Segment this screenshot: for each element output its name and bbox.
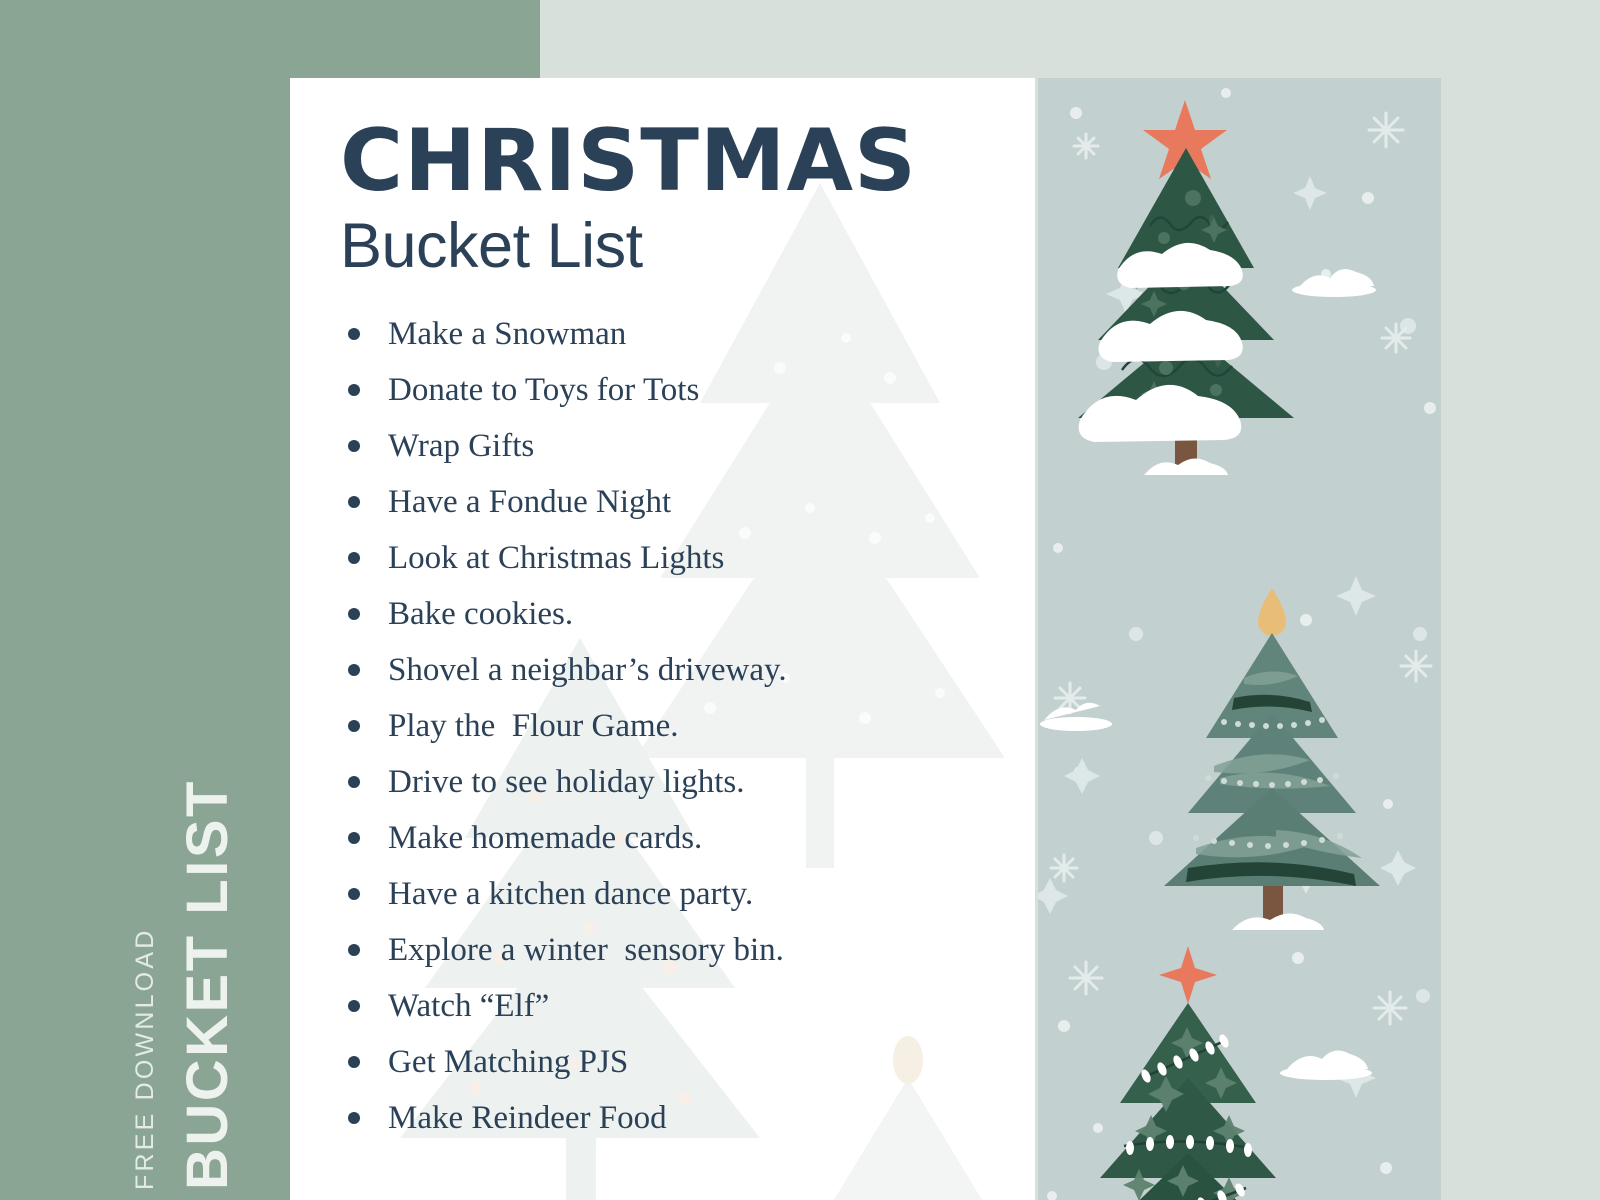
bucket-list-item: Make Reindeer Food [340, 1090, 1005, 1146]
page-subtitle: Bucket List [340, 210, 643, 281]
tree-1-snow-capped [1078, 100, 1294, 475]
flame-drop-icon [1258, 588, 1286, 636]
bullet-icon [348, 776, 360, 789]
bullet-icon [348, 720, 360, 733]
bullet-icon [348, 944, 360, 957]
bucket-list-item-label: Wrap Gifts [388, 427, 535, 464]
bucket-list-item-label: Donate to Toys for Tots [388, 371, 700, 408]
bucket-list-item: Look at Christmas Lights [340, 530, 1005, 586]
bullet-icon [348, 1056, 360, 1069]
bullet-icon [348, 1000, 360, 1013]
bucket-list-item: Explore a winter sensory bin. [340, 922, 1005, 978]
page-title: CHRISTMAS [340, 111, 917, 211]
bucket-list-item: Bake cookies. [340, 586, 1005, 642]
card-content: CHRISTMAS Bucket List Make a Snowman Dona… [290, 78, 1035, 1200]
bullet-icon [348, 888, 360, 901]
bucket-list-item: Wrap Gifts [340, 418, 1005, 474]
poster-canvas: FREE DOWNLOAD BUCKET LIST CHRISTMAS Buck… [0, 0, 1600, 1200]
bucket-list-item-label: Play the Flour Game. [388, 707, 679, 744]
bucket-list-item-label: Get Matching PJS [388, 1043, 629, 1080]
bullet-icon [348, 832, 360, 845]
bucket-list-item-label: Make a Snowman [388, 315, 627, 352]
bucket-list-item-label: Watch “Elf” [388, 987, 550, 1024]
bullet-icon [348, 1112, 360, 1125]
tree-2-sage-layered [1164, 588, 1380, 930]
bucket-list-item-label: Bake cookies. [388, 595, 574, 632]
bucket-list-item-label: Make homemade cards. [388, 819, 703, 856]
bucket-list-label: BUCKET LIST [175, 779, 240, 1190]
bucket-list-item: Shovel a neighbar’s driveway. [340, 642, 1005, 698]
bucket-list-item-label: Have a Fondue Night [388, 483, 672, 520]
free-download-label: FREE DOWNLOAD [131, 927, 159, 1190]
bucket-list-item: Have a Fondue Night [340, 474, 1005, 530]
bullet-icon [348, 664, 360, 677]
bucket-list-item-label: Explore a winter sensory bin. [388, 931, 784, 968]
winter-trees-illustration [1038, 88, 1436, 1200]
bullet-icon [348, 384, 360, 397]
bucket-list-item: Have a kitchen dance party. [340, 866, 1005, 922]
bullet-icon [348, 440, 360, 453]
bucket-list-item-label: Have a kitchen dance party. [388, 875, 754, 912]
bucket-list-item-label: Make Reindeer Food [388, 1099, 667, 1136]
sidebar-vertical-label-group: FREE DOWNLOAD BUCKET LIST [0, 640, 290, 1200]
bucket-list-item: Drive to see holiday lights. [340, 754, 1005, 810]
illustration-panel [1038, 78, 1441, 1200]
bucket-list-item-label: Shovel a neighbar’s driveway. [388, 651, 787, 688]
bucket-list-item: Make homemade cards. [340, 810, 1005, 866]
bucket-list-item-label: Drive to see holiday lights. [388, 763, 745, 800]
four-point-star-icon [1159, 946, 1217, 1004]
bucket-list-item: Play the Flour Game. [340, 698, 1005, 754]
bucket-list-item: Get Matching PJS [340, 1034, 1005, 1090]
bucket-list-item: Donate to Toys for Tots [340, 362, 1005, 418]
bucket-list: Make a Snowman Donate to Toys for Tots Wra… [340, 306, 1005, 1146]
bullet-icon [348, 328, 360, 341]
bucket-list-item: Watch “Elf” [340, 978, 1005, 1034]
bucket-list-item: Make a Snowman [340, 306, 1005, 362]
bullet-icon [348, 608, 360, 621]
bucket-list-item-label: Look at Christmas Lights [388, 539, 725, 576]
content-card: CHRISTMAS Bucket List Make a Snowman Dona… [290, 78, 1035, 1200]
bullet-icon [348, 496, 360, 509]
bullet-icon [348, 552, 360, 565]
tree-3-string-lights [1100, 946, 1276, 1200]
